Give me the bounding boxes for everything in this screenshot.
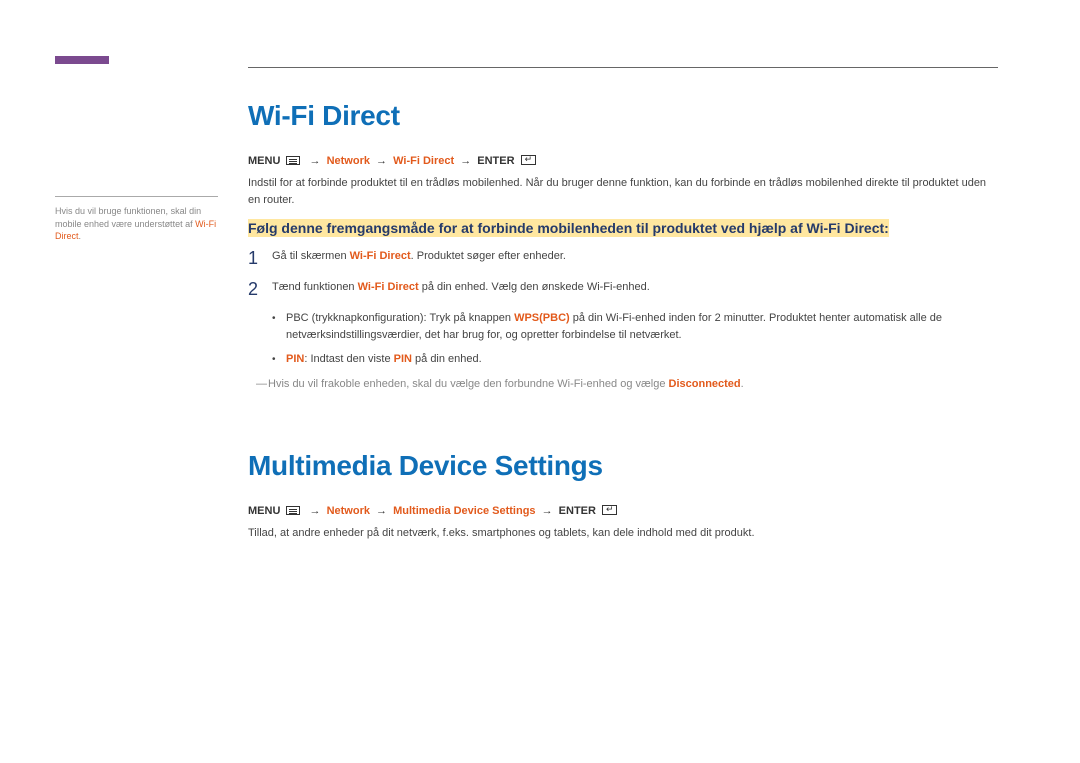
arrow-icon: →: [310, 155, 321, 167]
sub-item-body: PBC (trykknapkonfiguration): Tryk på kna…: [286, 310, 998, 343]
heading-wifi-direct: Wi-Fi Direct: [248, 100, 998, 132]
steps-list: 1 Gå til skærmen Wi-Fi Direct. Produktet…: [248, 248, 998, 298]
footnote: ― Hvis du vil frakoble enheden, skal du …: [256, 376, 998, 393]
step-text: Gå til skærmen Wi-Fi Direct. Produktet s…: [272, 248, 566, 265]
sub-item-pbc: • PBC (trykknapkonfiguration): Tryk på k…: [272, 310, 998, 343]
enter-icon: [521, 155, 536, 165]
bullet-icon: •: [272, 351, 286, 367]
sidebar-note: Hvis du vil bruge funktionen, skal din m…: [55, 205, 218, 243]
enter-label: ENTER: [477, 155, 514, 167]
arrow-icon: →: [310, 505, 321, 517]
enter-icon: [602, 505, 617, 515]
footnote-post: .: [741, 378, 744, 390]
nav-network: Network: [327, 155, 370, 167]
text-mid: : Indtast den viste: [304, 353, 393, 365]
text-pre: PBC (trykknapkonfiguration): Tryk på kna…: [286, 312, 514, 324]
step-1: 1 Gå til skærmen Wi-Fi Direct. Produktet…: [248, 248, 998, 267]
nav-multimedia: Multimedia Device Settings: [393, 505, 535, 517]
bullet-icon: •: [272, 310, 286, 326]
step-text: Tænd funktionen Wi-Fi Direct på din enhe…: [272, 279, 650, 296]
footnote-dash-icon: ―: [256, 376, 267, 393]
menu-icon: [286, 156, 300, 165]
text-hl1: PIN: [286, 353, 304, 365]
arrow-icon: →: [460, 155, 471, 167]
text-hl: Wi-Fi Direct: [350, 250, 411, 262]
text-hl2: PIN: [394, 353, 412, 365]
nav-network: Network: [327, 505, 370, 517]
subhead-wrap: Følg denne fremgangsmåde for at forbinde…: [248, 220, 998, 238]
menu-label: MENU: [248, 505, 280, 517]
menu-path-multimedia: MENU → Network → Multimedia Device Setti…: [248, 504, 998, 517]
text-post: på din enhed. Vælg den ønskede Wi-Fi-enh…: [419, 281, 650, 293]
enter-label: ENTER: [559, 505, 596, 517]
menu-label: MENU: [248, 155, 280, 167]
intro-paragraph-2: Tillad, at andre enheder på dit netværk,…: [248, 525, 998, 542]
step-number: 1: [248, 248, 272, 267]
sidebar-rule: [55, 196, 218, 197]
step-number: 2: [248, 279, 272, 298]
text-hl: WPS(PBC): [514, 312, 570, 324]
sub-list: • PBC (trykknapkonfiguration): Tryk på k…: [272, 310, 998, 368]
sub-item-body: PIN: Indtast den viste PIN på din enhed.: [286, 351, 482, 368]
main-content: Wi-Fi Direct MENU → Network → Wi-Fi Dire…: [248, 100, 998, 554]
top-rule: [248, 67, 998, 68]
menu-icon: [286, 506, 300, 515]
text-post: på din enhed.: [412, 353, 482, 365]
accent-bar: [55, 56, 109, 64]
document-page: Hvis du vil bruge funktionen, skal din m…: [0, 0, 1080, 50]
heading-multimedia: Multimedia Device Settings: [248, 450, 998, 482]
arrow-icon: →: [376, 505, 387, 517]
subheading: Følg denne fremgangsmåde for at forbinde…: [248, 219, 889, 237]
footnote-hl: Disconnected: [669, 378, 741, 390]
sidebar-note-pre: Hvis du vil bruge funktionen, skal din m…: [55, 206, 201, 229]
footnote-pre: Hvis du vil frakoble enheden, skal du væ…: [268, 378, 669, 390]
step-2: 2 Tænd funktionen Wi-Fi Direct på din en…: [248, 279, 998, 298]
text-hl: Wi-Fi Direct: [358, 281, 419, 293]
text-post: . Produktet søger efter enheder.: [411, 250, 566, 262]
sub-item-pin: • PIN: Indtast den viste PIN på din enhe…: [272, 351, 998, 368]
sidebar-note-post: .: [79, 231, 82, 241]
arrow-icon: →: [376, 155, 387, 167]
nav-wifi-direct: Wi-Fi Direct: [393, 155, 454, 167]
text-pre: Tænd funktionen: [272, 281, 358, 293]
text-pre: Gå til skærmen: [272, 250, 350, 262]
intro-paragraph: Indstil for at forbinde produktet til en…: [248, 175, 998, 208]
arrow-icon: →: [542, 505, 553, 517]
menu-path-wifi: MENU → Network → Wi-Fi Direct → ENTER: [248, 154, 998, 167]
